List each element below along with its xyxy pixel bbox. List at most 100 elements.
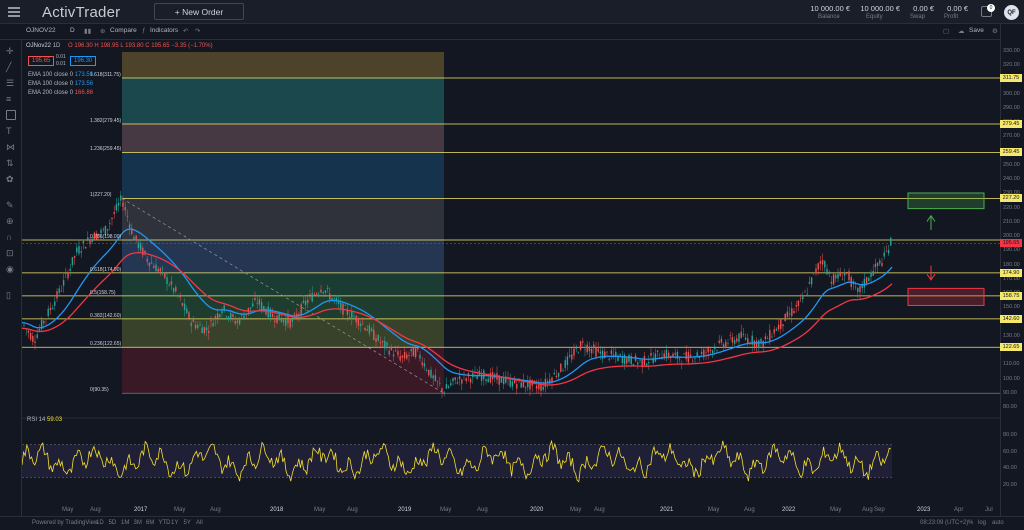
range-button[interactable]: 1Y <box>171 520 178 526</box>
fib-icon[interactable]: ≡ <box>6 94 16 104</box>
range-button[interactable]: 6M <box>146 520 154 526</box>
symbol-search[interactable]: OJNOV22 <box>26 27 56 34</box>
fib-zone <box>122 272 444 296</box>
candle-body <box>274 320 276 322</box>
candle-body <box>333 298 335 299</box>
undo-icon[interactable]: ↶ <box>183 27 188 35</box>
candle-body <box>857 287 859 292</box>
candle-body <box>260 302 263 310</box>
candle-body <box>170 281 173 285</box>
candle-body <box>412 347 415 357</box>
candle-body <box>58 288 60 293</box>
candle-body <box>584 349 586 350</box>
rsi-axis-label: 40.00 <box>1003 465 1017 472</box>
candle-body <box>329 293 331 300</box>
price-axis-label: 240.00 <box>1003 176 1020 183</box>
candle-body <box>232 314 234 317</box>
lock-icon[interactable]: ⊡ <box>6 248 16 258</box>
candle-body <box>502 377 505 385</box>
range-button[interactable]: 5D <box>109 520 117 526</box>
zoom-in-icon[interactable]: ⊕ <box>6 216 16 226</box>
candle-body <box>225 316 228 318</box>
magnet-icon[interactable]: ∩ <box>6 232 16 242</box>
fib-zones <box>122 52 444 394</box>
save-button[interactable]: Save <box>969 27 984 34</box>
sell-button[interactable]: 195.65 <box>28 56 55 66</box>
candle-body <box>738 333 740 342</box>
eye-icon[interactable]: ◉ <box>6 264 16 274</box>
forecast-icon[interactable]: ⇅ <box>6 158 16 168</box>
candle-body <box>566 356 569 365</box>
range-button[interactable]: 1M <box>121 520 129 526</box>
candle-body <box>879 260 881 264</box>
candle-body <box>542 386 544 390</box>
candle-body <box>846 271 848 273</box>
rectangle-icon[interactable] <box>6 110 16 120</box>
redo-icon[interactable]: ↷ <box>195 27 200 35</box>
range-button[interactable]: 5Y <box>184 520 191 526</box>
candle-body <box>828 271 830 274</box>
ema1-legend: EMA 100 close 0 173.56 <box>28 72 94 78</box>
fib-label: 1.382(279.45) <box>90 117 122 124</box>
candle-body <box>586 344 588 353</box>
indicators-icon[interactable]: ƒ <box>142 27 146 34</box>
candle-body <box>593 344 595 349</box>
range-button[interactable]: 3M <box>134 520 142 526</box>
fullscreen-icon[interactable]: ▢ <box>943 27 949 35</box>
range-button[interactable]: YTD <box>159 520 171 526</box>
menu-icon[interactable] <box>8 7 20 17</box>
candle-body <box>386 342 388 346</box>
candle-body <box>401 355 404 358</box>
ruler-icon[interactable]: ✎ <box>6 200 16 210</box>
candle-body <box>797 300 800 307</box>
brush-icon[interactable]: ✿ <box>6 174 16 184</box>
chart-canvas[interactable]: May Aug 2017 May Aug 2018 May Aug 2019 May Aug 2020… <box>22 40 1000 516</box>
time-axis-label: Apr <box>954 507 963 513</box>
horizontal-lines-icon[interactable]: ☰ <box>6 78 16 88</box>
rsi-pane <box>22 417 1000 483</box>
time-axis-label: Sep <box>874 507 885 513</box>
powered-by[interactable]: Powered by TradingView <box>32 520 98 526</box>
candle-body <box>832 274 835 285</box>
percent-toggle[interactable]: % <box>968 520 973 526</box>
fib-zone <box>122 347 444 394</box>
avatar[interactable]: QF <box>1004 5 1019 20</box>
trash-icon[interactable]: ▯ <box>6 290 16 300</box>
buy-button[interactable]: 196.30 <box>70 56 97 66</box>
auto-toggle[interactable]: auto <box>992 520 1004 526</box>
candle-body <box>773 329 775 334</box>
candle-body <box>155 264 157 272</box>
candle-body <box>43 320 45 324</box>
new-order-button[interactable]: + New Order <box>154 3 244 20</box>
spread-b: 0.01 <box>56 61 66 67</box>
candle-body <box>826 268 828 275</box>
interval-selector[interactable]: D <box>70 27 75 34</box>
settings-icon[interactable]: ⚙ <box>992 27 998 35</box>
bar-style-icon[interactable]: ▮▮ <box>84 27 91 35</box>
range-button[interactable]: All <box>196 520 203 526</box>
candle-body <box>175 287 177 292</box>
candle-body <box>80 251 82 253</box>
candle-body <box>608 358 610 360</box>
candle-body <box>511 381 514 387</box>
candle-body <box>115 204 118 211</box>
candle-body <box>683 353 685 355</box>
range-button[interactable]: 1D <box>96 520 104 526</box>
log-toggle[interactable]: log <box>978 520 986 526</box>
time-axis-label: Aug <box>210 507 221 513</box>
time-axis-label: Aug <box>862 507 873 513</box>
compare-icon[interactable]: ⊕ <box>100 27 105 35</box>
price-axis-label: 150.00 <box>1003 304 1020 311</box>
compare-button[interactable]: Compare <box>110 27 137 34</box>
text-icon[interactable]: T <box>6 126 16 136</box>
cloud-icon[interactable]: ☁ <box>958 27 965 35</box>
candle-body <box>601 350 604 359</box>
candle-body <box>111 217 113 220</box>
trendline-icon[interactable]: ╱ <box>6 62 16 72</box>
fib-label: 0.618(174.90) <box>90 266 122 273</box>
indicators-button[interactable]: Indicators <box>150 27 178 34</box>
candle-body <box>344 305 346 306</box>
drawing-toolbar: ✛ ╱ ☰ ≡ T ⋈ ⇅ ✿ ✎ ⊕ ∩ ⊡ ◉ ▯ <box>0 40 22 516</box>
pattern-icon[interactable]: ⋈ <box>6 142 16 152</box>
crosshair-icon[interactable]: ✛ <box>6 46 16 56</box>
